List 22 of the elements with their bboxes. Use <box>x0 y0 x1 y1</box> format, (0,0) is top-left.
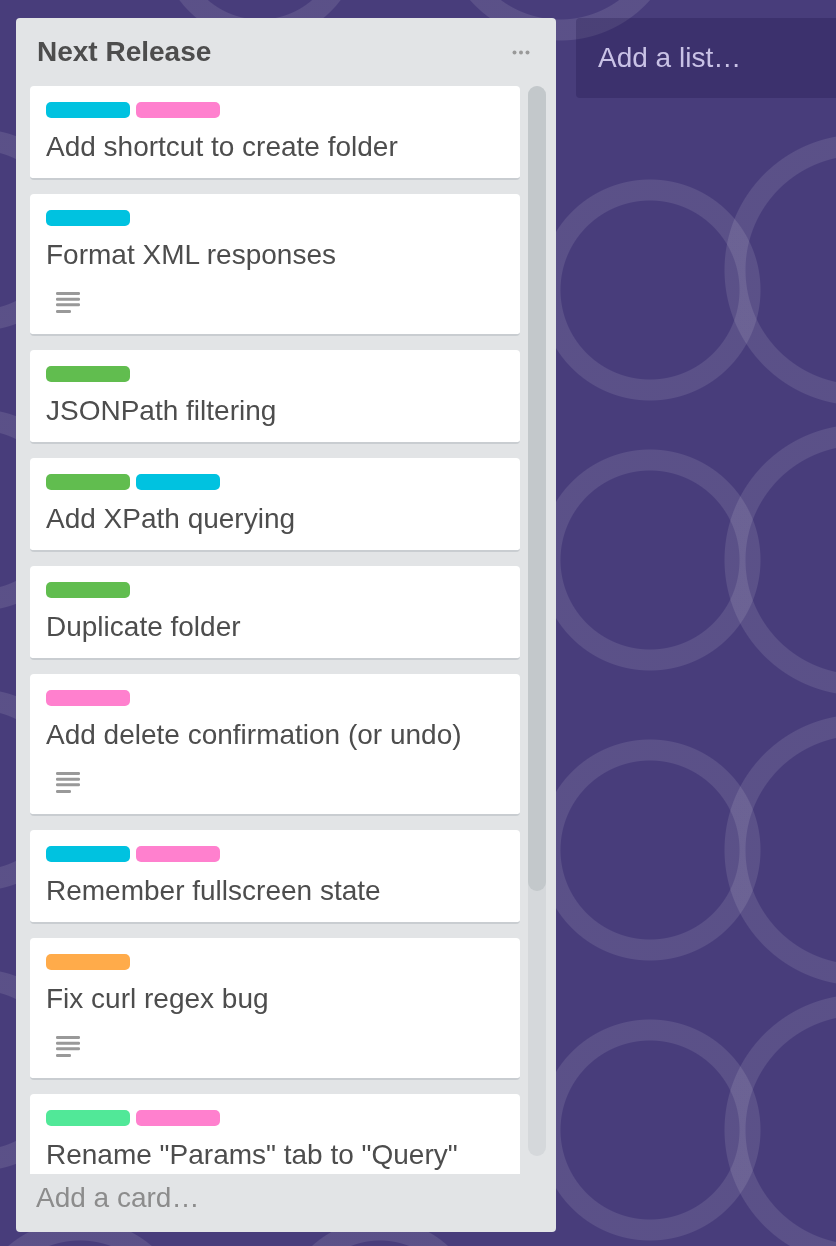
card-title: Add XPath querying <box>46 503 297 535</box>
card-title: Duplicate folder <box>46 611 242 643</box>
list-title: Next Release <box>37 36 212 68</box>
add-list-button[interactable]: Add a list… <box>576 18 836 98</box>
card[interactable]: Add XPath querying <box>30 458 520 552</box>
card[interactable]: Format XML responses <box>30 194 520 336</box>
scrollbar-thumb[interactable] <box>528 86 546 891</box>
more-icon[interactable] <box>512 49 530 55</box>
card-title: Format XML responses <box>46 239 337 271</box>
card[interactable]: Rename "Params" tab to "Query" <box>30 1094 520 1174</box>
card-title: Remember fullscreen state <box>46 875 382 907</box>
card[interactable]: Fix curl regex bug <box>30 938 520 1080</box>
card-title: Rename "Params" tab to "Query" <box>46 1139 459 1171</box>
card[interactable]: Add delete confirmation (or undo) <box>30 674 520 816</box>
card-title: JSONPath filtering <box>46 395 278 427</box>
card-title: Add delete confirmation (or undo) <box>46 719 463 751</box>
card[interactable]: Remember fullscreen state <box>30 830 520 924</box>
card-title: Fix curl regex bug <box>46 983 270 1015</box>
card-title: Add shortcut to create folder <box>46 131 399 163</box>
card[interactable]: Duplicate folder <box>30 566 520 660</box>
card[interactable]: JSONPath filtering <box>30 350 520 444</box>
card[interactable]: Add shortcut to create folder <box>30 86 520 180</box>
